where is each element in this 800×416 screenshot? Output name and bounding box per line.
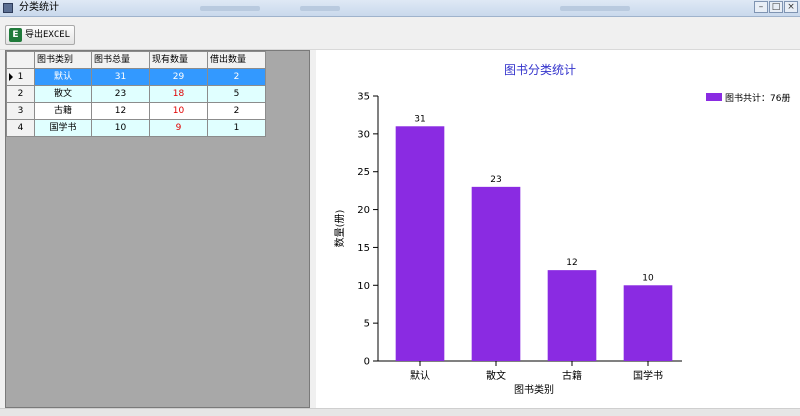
x-tick-label: 国学书: [633, 369, 663, 382]
close-icon[interactable]: ×: [784, 1, 798, 13]
column-header[interactable]: 图书类别: [34, 51, 92, 69]
row-header[interactable]: 3: [6, 102, 35, 120]
column-header[interactable]: 现有数量: [149, 51, 208, 69]
title-bar-decoration: [560, 6, 630, 11]
y-tick-label: 30: [357, 129, 370, 140]
title-bar: 分类统计 – □ ×: [0, 0, 800, 17]
chart-bar: [471, 186, 521, 361]
y-tick-label: 0: [364, 357, 370, 368]
category-cell[interactable]: 默认: [34, 68, 92, 86]
bar-value-label: 12: [566, 258, 577, 268]
x-tick-label: 古籍: [562, 369, 582, 382]
lent-cell[interactable]: 2: [207, 102, 266, 120]
column-header[interactable]: 图书总量: [91, 51, 150, 69]
excel-icon: E: [9, 28, 22, 42]
available-cell[interactable]: 29: [149, 68, 208, 86]
lent-cell[interactable]: 1: [207, 119, 266, 137]
chart-bar: [547, 270, 597, 361]
table-row[interactable]: 2 散文 23 18 5: [6, 85, 266, 103]
row-header[interactable]: 4: [6, 119, 35, 137]
bar-value-label: 31: [414, 114, 425, 124]
lent-cell[interactable]: 5: [207, 85, 266, 103]
minimize-icon[interactable]: –: [754, 1, 768, 13]
category-cell[interactable]: 散文: [34, 85, 92, 103]
table-header-row: 图书类别 图书总量 现有数量 借出数量: [6, 51, 266, 69]
x-tick-label: 散文: [486, 369, 506, 382]
y-tick-label: 5: [364, 319, 370, 330]
category-bar-chart: 图书分类统计 0 5 10 15 20 25 30 35 31 默认 23 散文 12 古籍 10 国学书图书类…: [333, 63, 790, 396]
table-row[interactable]: 1 默认 31 29 2: [6, 68, 266, 86]
available-cell[interactable]: 9: [149, 119, 208, 137]
total-cell[interactable]: 12: [91, 102, 150, 120]
category-cell[interactable]: 古籍: [34, 102, 92, 120]
title-bar-decoration: [300, 6, 340, 11]
chart-title: 图书分类统计: [504, 63, 576, 77]
export-excel-label: 导出EXCEL: [25, 30, 71, 40]
total-cell[interactable]: 31: [91, 68, 150, 86]
bar-value-label: 10: [642, 273, 654, 283]
available-cell[interactable]: 10: [149, 102, 208, 120]
legend-swatch: [706, 93, 722, 101]
legend-label: 图书共计：76册: [725, 92, 790, 104]
export-excel-button[interactable]: E 导出EXCEL: [5, 25, 75, 45]
y-tick-label: 10: [357, 281, 370, 292]
y-tick-label: 35: [357, 92, 370, 103]
current-row-arrow-icon: [9, 73, 13, 81]
row-header[interactable]: 1: [6, 68, 35, 86]
category-table: 图书类别 图书总量 现有数量 借出数量 1 默认 31 29 2 2 散文 23…: [6, 51, 266, 137]
row-header[interactable]: 2: [6, 85, 35, 103]
available-cell[interactable]: 18: [149, 85, 208, 103]
column-header[interactable]: 借出数量: [207, 51, 266, 69]
window-title: 分类统计: [19, 2, 59, 13]
toolbar: E 导出EXCEL: [0, 17, 800, 50]
lent-cell[interactable]: 2: [207, 68, 266, 86]
bar-value-label: 23: [490, 175, 501, 185]
total-cell[interactable]: 10: [91, 119, 150, 137]
chart-panel: 图书分类统计 0 5 10 15 20 25 30 35 31 默认 23 散文 12 古籍 10 国学书图书类…: [316, 50, 800, 408]
table-row[interactable]: 4 国学书 10 9 1: [6, 119, 266, 137]
app-icon: [3, 3, 13, 13]
chart-bar: [623, 285, 673, 361]
category-cell[interactable]: 国学书: [34, 119, 92, 137]
chart-bar: [395, 126, 445, 362]
y-tick-label: 20: [357, 205, 370, 216]
x-axis-label: 图书类别: [514, 383, 554, 396]
corner-header: [6, 51, 35, 69]
category-grid[interactable]: 图书类别 图书总量 现有数量 借出数量 1 默认 31 29 2 2 散文 23…: [5, 50, 310, 408]
x-tick-label: 默认: [410, 369, 430, 382]
title-bar-decoration: [200, 6, 260, 11]
maximize-icon[interactable]: □: [769, 1, 783, 13]
y-axis-label: 数量(册): [333, 210, 346, 248]
y-tick-label: 15: [357, 243, 370, 254]
y-tick-label: 25: [357, 167, 370, 178]
total-cell[interactable]: 23: [91, 85, 150, 103]
table-row[interactable]: 3 古籍 12 10 2: [6, 102, 266, 120]
